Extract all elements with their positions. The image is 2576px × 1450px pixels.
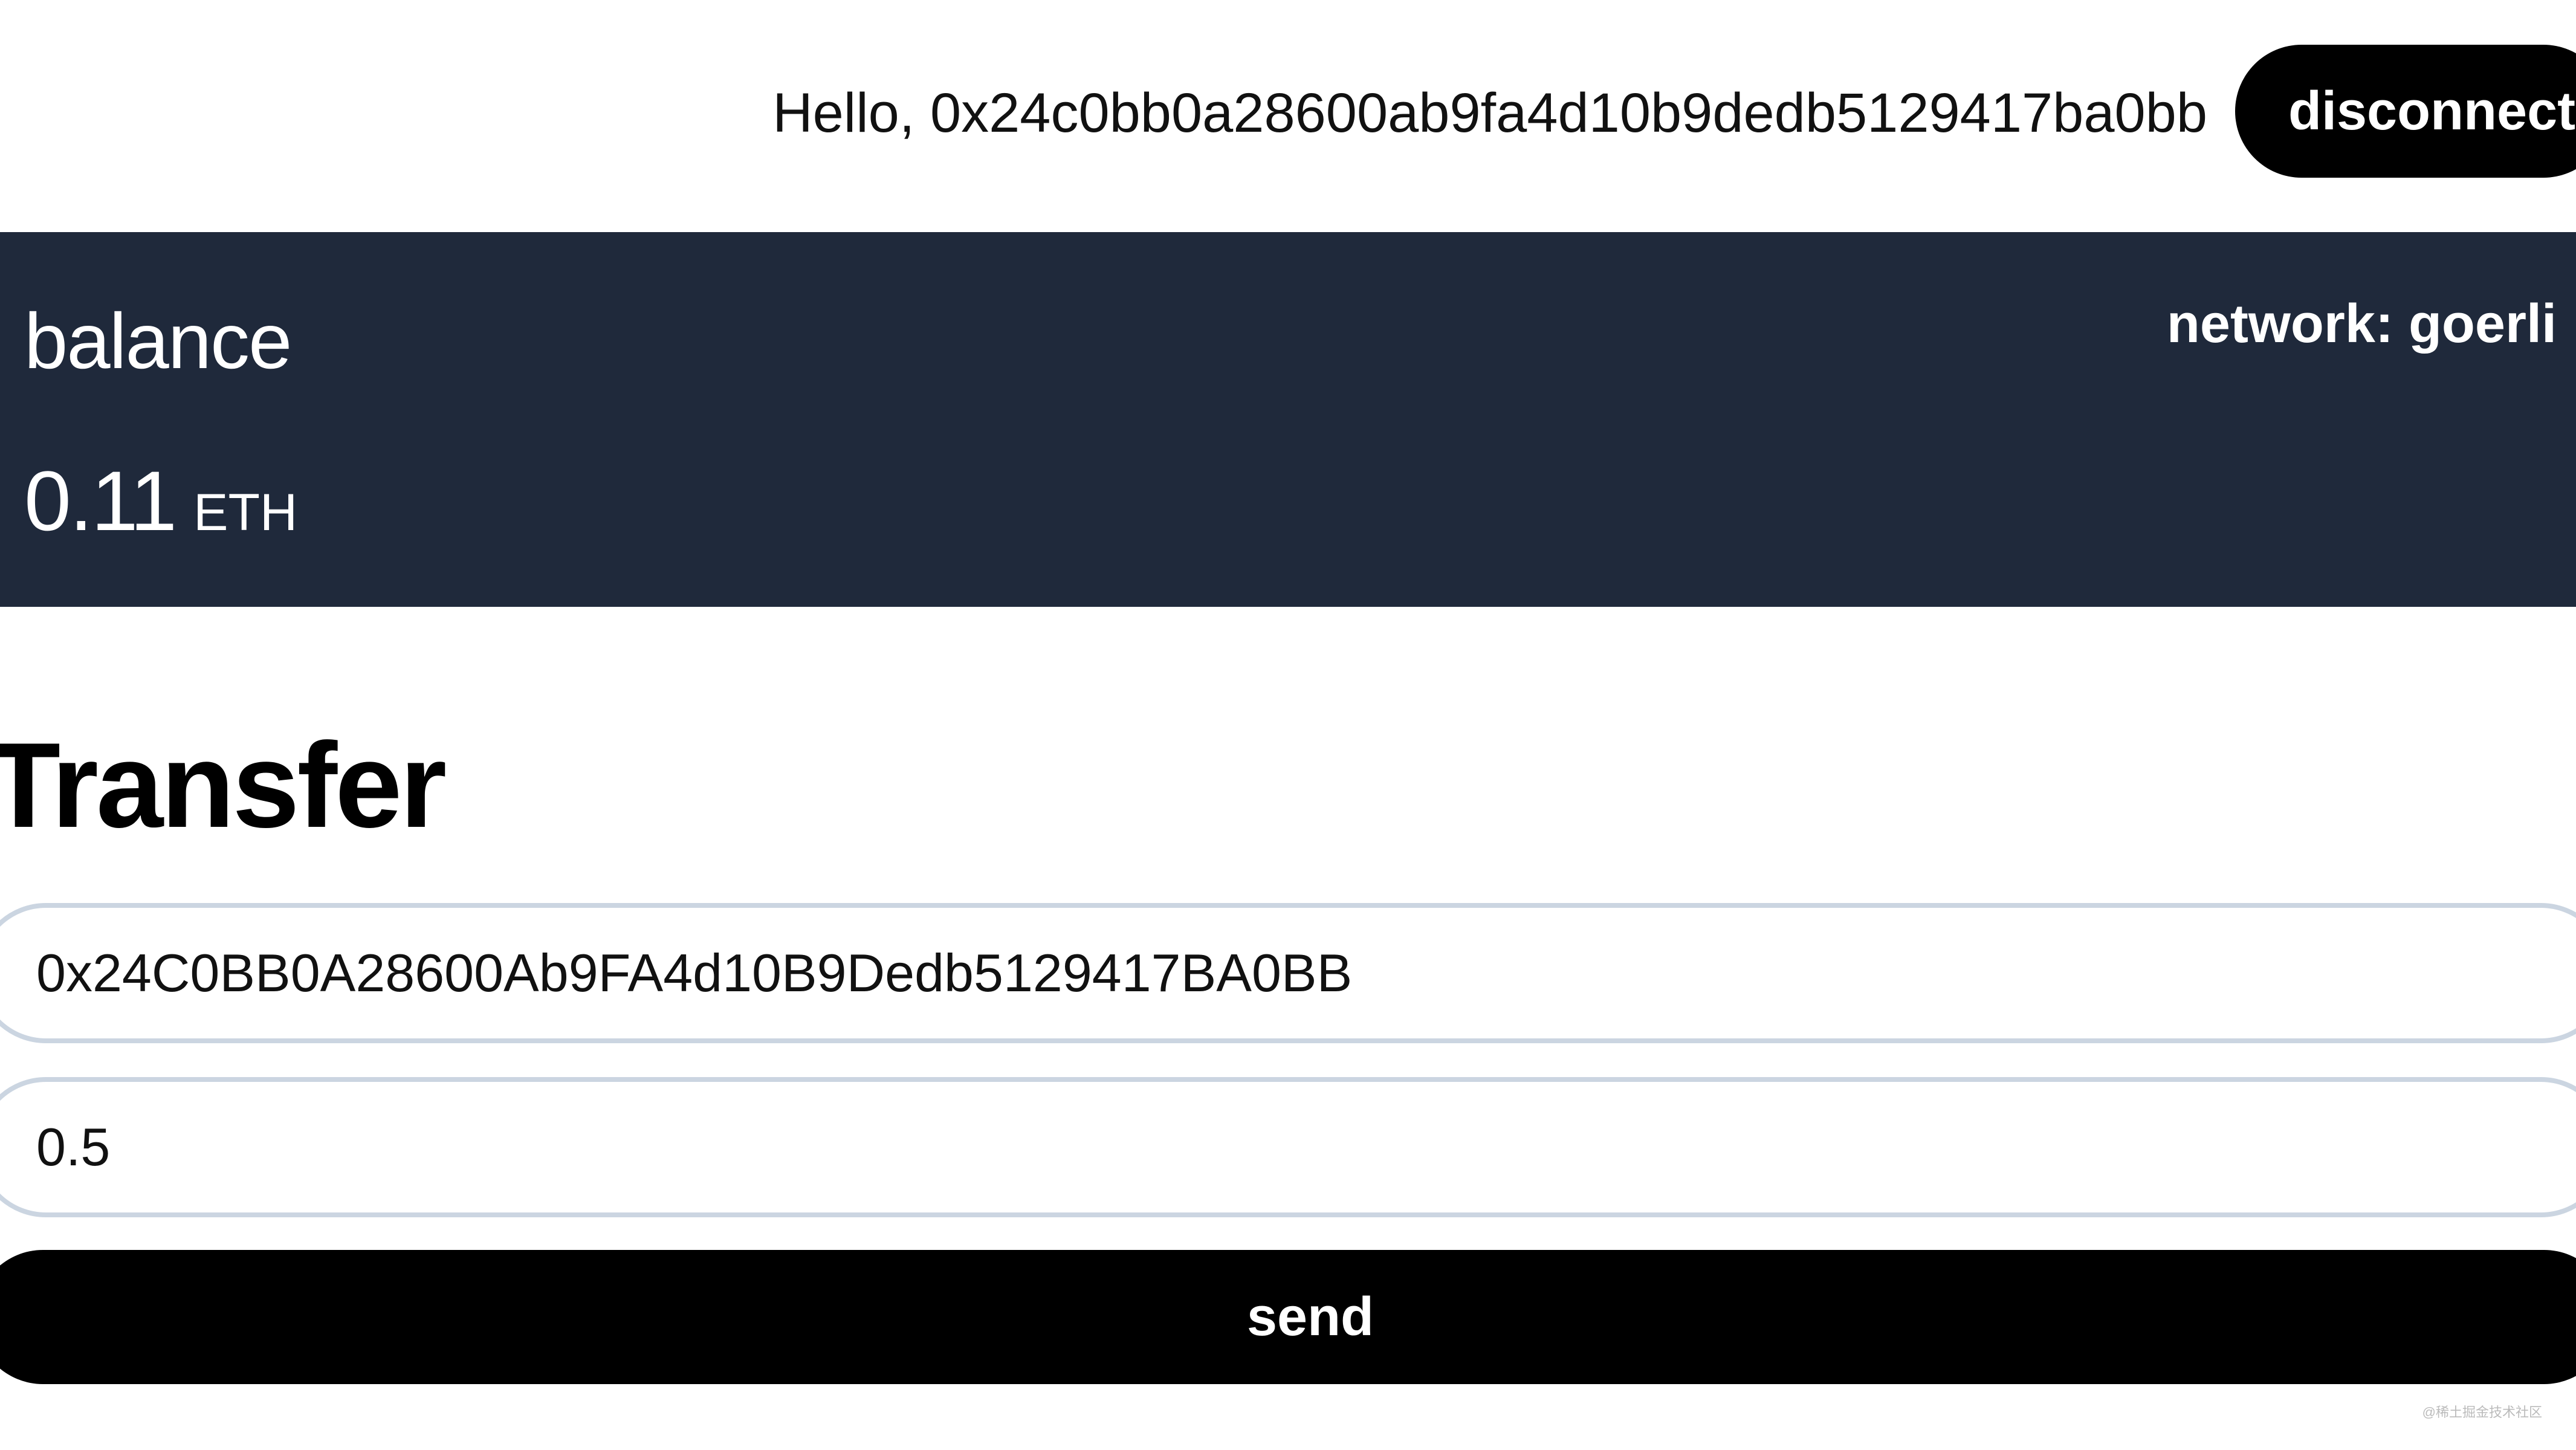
amount-input[interactable] xyxy=(0,1077,2576,1217)
disconnect-button[interactable]: disconnect xyxy=(2235,45,2576,178)
recipient-address-input[interactable] xyxy=(0,903,2576,1043)
transfer-title: Transfer xyxy=(0,718,447,853)
balance-value: 0.11 xyxy=(24,453,177,548)
wallet-page: Hello, 0x24c0bb0a28600ab9fa4d10b9dedb512… xyxy=(0,0,2576,1450)
watermark: @稀土掘金技术社区 xyxy=(2422,1405,2542,1420)
header: Hello, 0x24c0bb0a28600ab9fa4d10b9dedb512… xyxy=(0,0,2576,232)
network-label: network: goerli xyxy=(2166,294,2557,354)
balance-amount: 0.11 ETH xyxy=(24,450,297,564)
balance-unit: ETH xyxy=(193,484,298,542)
balance-panel: balance network: goerli 0.11 ETH xyxy=(0,232,2576,607)
send-button[interactable]: send xyxy=(0,1250,2576,1384)
balance-label: balance xyxy=(24,297,292,385)
greeting-text: Hello, 0x24c0bb0a28600ab9fa4d10b9dedb512… xyxy=(772,82,2207,144)
